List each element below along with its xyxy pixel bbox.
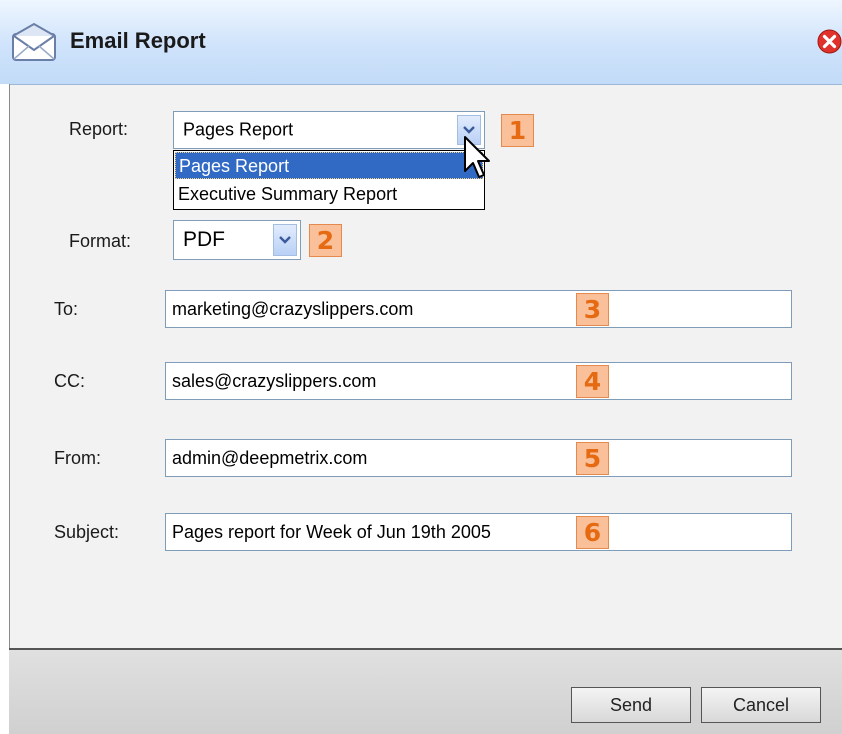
format-select-value: PDF	[183, 228, 225, 251]
mouse-cursor-icon	[464, 136, 490, 178]
from-input[interactable]: admin@deepmetrix.com	[165, 439, 792, 477]
step-badge-4: 4	[576, 365, 609, 398]
cc-label: CC:	[54, 371, 85, 391]
report-dropdown-list: Pages Report Executive Summary Report	[173, 150, 485, 210]
dialog-title: Email Report	[70, 28, 206, 53]
to-input[interactable]: marketing@crazyslippers.com	[165, 290, 792, 328]
title-bar: Email Report	[0, 0, 842, 85]
step-badge-6: 6	[576, 516, 609, 549]
subject-input[interactable]: Pages report for Week of Jun 19th 2005	[165, 513, 792, 551]
to-label: To:	[54, 299, 79, 319]
from-label: From:	[54, 448, 101, 468]
step-badge-5: 5	[576, 442, 609, 475]
email-report-dialog: Email Report Report: Pages Report 1 Page…	[0, 0, 842, 734]
close-icon[interactable]	[817, 29, 842, 54]
report-select-value: Pages Report	[183, 119, 294, 140]
step-badge-2: 2	[309, 224, 342, 257]
format-label: Format:	[69, 231, 132, 251]
step-badge-3: 3	[576, 293, 609, 326]
cancel-button[interactable]: Cancel	[701, 687, 821, 723]
dialog-border	[0, 84, 10, 732]
envelope-icon	[12, 22, 56, 61]
dropdown-option-pages-report[interactable]: Pages Report	[175, 152, 483, 179]
step-badge-1: 1	[501, 114, 534, 147]
format-select[interactable]: PDF	[173, 220, 301, 260]
dialog-footer: Send Cancel	[9, 648, 842, 734]
report-select[interactable]: Pages Report	[173, 111, 485, 149]
report-label: Report:	[69, 119, 129, 139]
chevron-down-icon[interactable]	[273, 224, 297, 256]
send-button[interactable]: Send	[571, 687, 691, 723]
cc-input[interactable]: sales@crazyslippers.com	[165, 362, 792, 400]
dropdown-option-executive-summary[interactable]: Executive Summary Report	[175, 181, 483, 208]
subject-label: Subject:	[54, 522, 120, 542]
